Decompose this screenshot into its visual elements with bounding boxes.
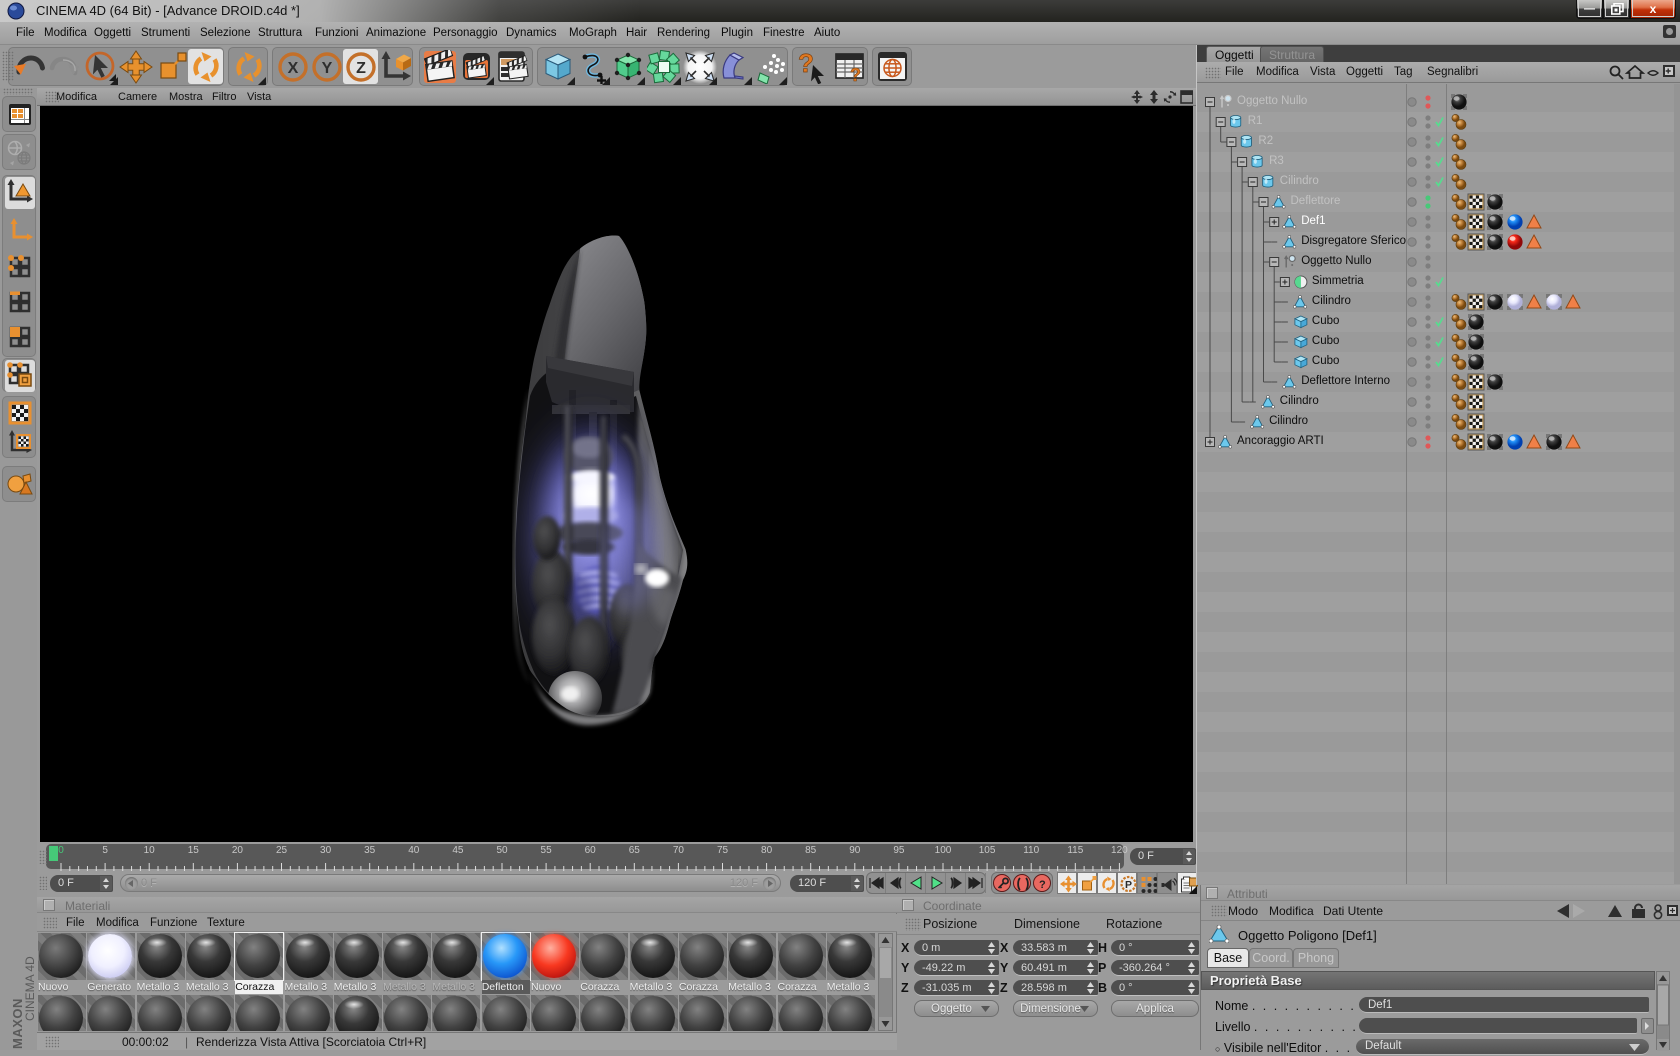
svg-text:X: X <box>288 60 299 77</box>
svg-text:?: ? <box>850 65 861 84</box>
svg-text:?: ? <box>1039 879 1046 891</box>
svg-text:Z: Z <box>356 60 366 77</box>
svg-text:Y: Y <box>322 60 333 77</box>
svg-text:P: P <box>1125 879 1132 891</box>
svg-text:?: ? <box>798 50 814 78</box>
